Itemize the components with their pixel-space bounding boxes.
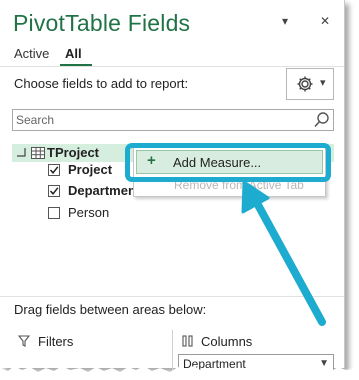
torn-edge xyxy=(0,366,359,380)
callout-arrow xyxy=(241,180,326,326)
